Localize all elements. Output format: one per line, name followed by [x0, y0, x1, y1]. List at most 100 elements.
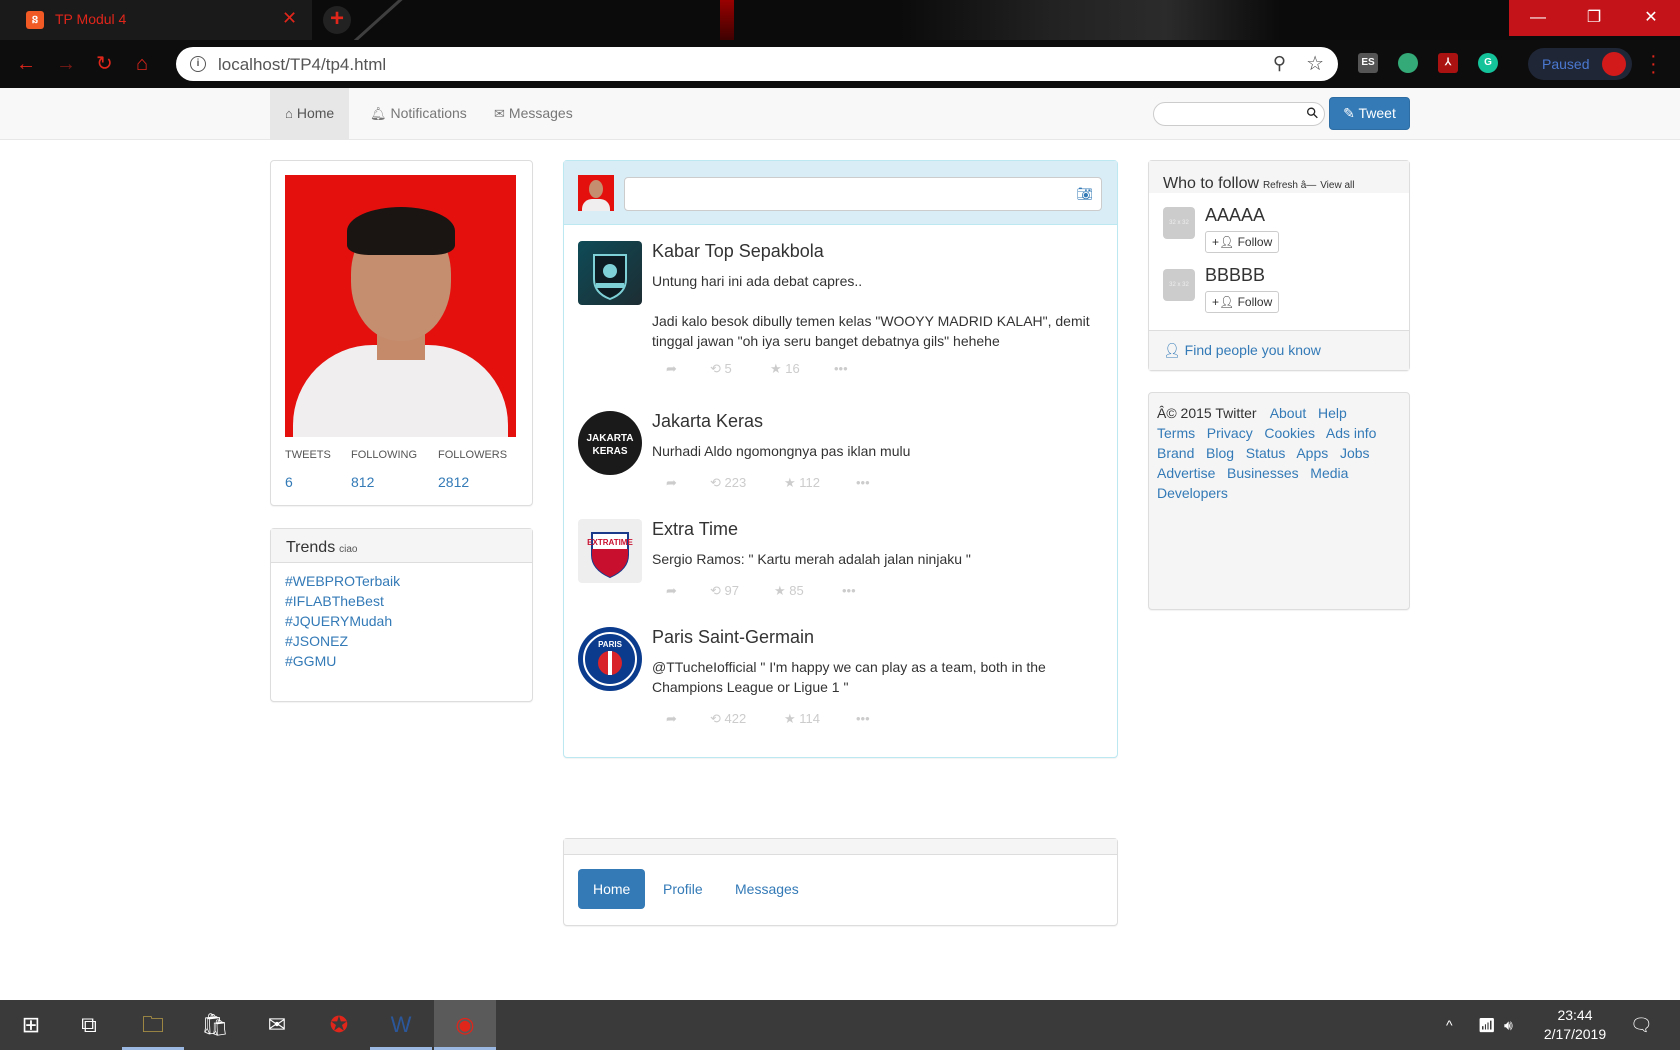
tweet-author[interactable]: Extra Time: [652, 519, 738, 540]
home-icon[interactable]: ⌂: [136, 52, 148, 76]
follow-button[interactable]: +👤︎ Follow: [1205, 231, 1280, 253]
volume-icon[interactable]: 🔊︎: [1504, 1000, 1513, 1050]
more-icon[interactable]: •••: [856, 711, 870, 726]
stat-tweets-value[interactable]: 6: [285, 474, 293, 490]
minimize-button[interactable]: —: [1509, 0, 1567, 36]
extension-grammarly-icon[interactable]: G: [1478, 53, 1498, 73]
like-button[interactable]: ★ 112: [784, 475, 820, 491]
retweet-button[interactable]: ⟲ 5: [710, 361, 732, 377]
footer-link-blog[interactable]: Blog: [1206, 445, 1234, 461]
footer-link-apps[interactable]: Apps: [1296, 445, 1328, 461]
store-icon[interactable]: 🛍︎: [184, 1000, 246, 1050]
chrome-icon[interactable]: ◉: [434, 1000, 496, 1050]
footer-link-advertise[interactable]: Advertise: [1157, 465, 1215, 481]
tweet-button[interactable]: ✎ Tweet: [1329, 97, 1410, 130]
close-window-button[interactable]: ✕: [1622, 0, 1680, 36]
retweet-button[interactable]: ⟲ 223: [710, 475, 746, 491]
reply-icon[interactable]: ➦: [666, 361, 677, 377]
refresh-link[interactable]: Refresh â—: [1263, 180, 1316, 191]
house-icon: ⌂: [285, 106, 293, 121]
forward-icon[interactable]: →: [56, 52, 76, 76]
wifi-icon[interactable]: 📶︎: [1478, 1000, 1496, 1050]
nav-messages[interactable]: ✉ Messages: [479, 88, 588, 139]
taskbar-clock[interactable]: 23:44 2/17/2019: [1530, 1006, 1620, 1044]
view-all-link[interactable]: View all: [1320, 180, 1354, 191]
file-explorer-icon[interactable]: 🗀: [122, 1000, 184, 1050]
footer-link-brand[interactable]: Brand: [1157, 445, 1194, 461]
reload-icon[interactable]: ↻: [96, 52, 113, 76]
camera-icon[interactable]: 📷︎: [1076, 186, 1093, 202]
tweet-avatar[interactable]: [578, 241, 642, 305]
trend-link[interactable]: #JSONEZ: [285, 631, 518, 651]
bottom-nav-home[interactable]: Home: [578, 869, 646, 909]
extension-pdf-icon[interactable]: ⅄: [1438, 53, 1458, 73]
retweet-button[interactable]: ⟲ 422: [710, 711, 746, 727]
footer-link-ads-info[interactable]: Ads info: [1326, 425, 1377, 441]
retweet-button[interactable]: ⟲ 97: [710, 583, 739, 599]
compose-tweet-input[interactable]: 📷︎: [624, 177, 1102, 211]
back-icon[interactable]: ←: [16, 52, 36, 76]
bottom-nav-messages[interactable]: Messages: [720, 869, 814, 909]
footer-link-about[interactable]: About: [1270, 405, 1307, 421]
tweet-avatar[interactable]: JAKARTA KERAS: [578, 411, 642, 475]
like-button[interactable]: ★ 85: [774, 583, 804, 599]
footer-link-developers[interactable]: Developers: [1157, 485, 1228, 501]
restore-button[interactable]: ❐: [1565, 0, 1623, 36]
stat-following-value[interactable]: 812: [351, 474, 374, 490]
tweet-author[interactable]: Jakarta Keras: [652, 411, 763, 432]
word-icon[interactable]: W: [370, 1000, 432, 1050]
search-icon[interactable]: ⚲: [1302, 103, 1323, 123]
reply-icon[interactable]: ➦: [666, 711, 677, 727]
tab-close-icon[interactable]: ✕: [282, 9, 297, 27]
like-button[interactable]: ★ 114: [784, 711, 820, 727]
footer-link-jobs[interactable]: Jobs: [1340, 445, 1370, 461]
profile-paused-button[interactable]: Paused: [1528, 48, 1632, 80]
address-bar[interactable]: i localhost/TP4/tp4.html ⚲ ☆: [176, 47, 1338, 81]
bottom-nav-profile[interactable]: Profile: [648, 869, 718, 909]
reply-icon[interactable]: ➦: [666, 475, 677, 491]
browser-tab[interactable]: ន TP Modul 4 ✕: [0, 0, 312, 40]
start-icon[interactable]: ⊞: [0, 1000, 62, 1050]
site-info-icon[interactable]: i: [190, 56, 206, 72]
more-icon[interactable]: •••: [834, 361, 848, 376]
task-view-icon[interactable]: ⧉: [58, 1000, 120, 1050]
search-input[interactable]: ⚲: [1153, 102, 1325, 126]
browser-menu-icon[interactable]: · · ·: [1650, 46, 1657, 82]
footer-link-media[interactable]: Media: [1310, 465, 1348, 481]
extension-es-icon[interactable]: ES: [1358, 53, 1378, 73]
reply-icon[interactable]: ➦: [666, 583, 677, 599]
tweet-author[interactable]: Kabar Top Sepakbola: [652, 241, 824, 262]
like-button[interactable]: ★ 16: [770, 361, 800, 377]
mail-icon[interactable]: ✉: [246, 1000, 308, 1050]
trend-link[interactable]: #JQUERYMudah: [285, 611, 518, 631]
footer-link-cookies[interactable]: Cookies: [1264, 425, 1315, 441]
suggestion-name[interactable]: BBBBB: [1205, 265, 1265, 286]
stat-followers-value[interactable]: 2812: [438, 474, 469, 490]
follow-button[interactable]: +👤︎ Follow: [1205, 291, 1280, 313]
profile-photo[interactable]: [285, 175, 516, 437]
more-icon[interactable]: •••: [856, 475, 870, 490]
footer-link-terms[interactable]: Terms: [1157, 425, 1195, 441]
more-icon[interactable]: •••: [842, 583, 856, 598]
zoom-icon[interactable]: ⚲: [1273, 53, 1286, 74]
tweet-avatar[interactable]: PARIS: [578, 627, 642, 691]
footer-link-status[interactable]: Status: [1246, 445, 1286, 461]
footer-link-help[interactable]: Help: [1318, 405, 1347, 421]
trend-link[interactable]: #IFLABTheBest: [285, 591, 518, 611]
trend-link[interactable]: #GGMU: [285, 651, 518, 671]
extension-globe-icon[interactable]: [1398, 53, 1418, 73]
trend-link[interactable]: #WEBPROTerbaik: [285, 571, 518, 591]
footer-link-businesses[interactable]: Businesses: [1227, 465, 1299, 481]
nav-notifications[interactable]: 🔔︎ Notifications: [355, 88, 482, 139]
game-app-icon[interactable]: ✪: [308, 1000, 370, 1050]
action-center-icon[interactable]: 🗨︎: [1630, 1000, 1653, 1050]
find-people-link[interactable]: 👤︎ Find people you know: [1149, 330, 1409, 370]
tweet-author[interactable]: Paris Saint-Germain: [652, 627, 814, 648]
suggestion-name[interactable]: AAAAA: [1205, 205, 1265, 226]
tray-chevron-icon[interactable]: ^: [1446, 1000, 1453, 1050]
bookmark-star-icon[interactable]: ☆: [1306, 51, 1324, 76]
footer-link-privacy[interactable]: Privacy: [1207, 425, 1253, 441]
new-tab-button[interactable]: +: [323, 6, 351, 34]
nav-home[interactable]: ⌂ Home: [270, 88, 350, 139]
tweet-avatar[interactable]: EXTRATIME: [578, 519, 642, 583]
